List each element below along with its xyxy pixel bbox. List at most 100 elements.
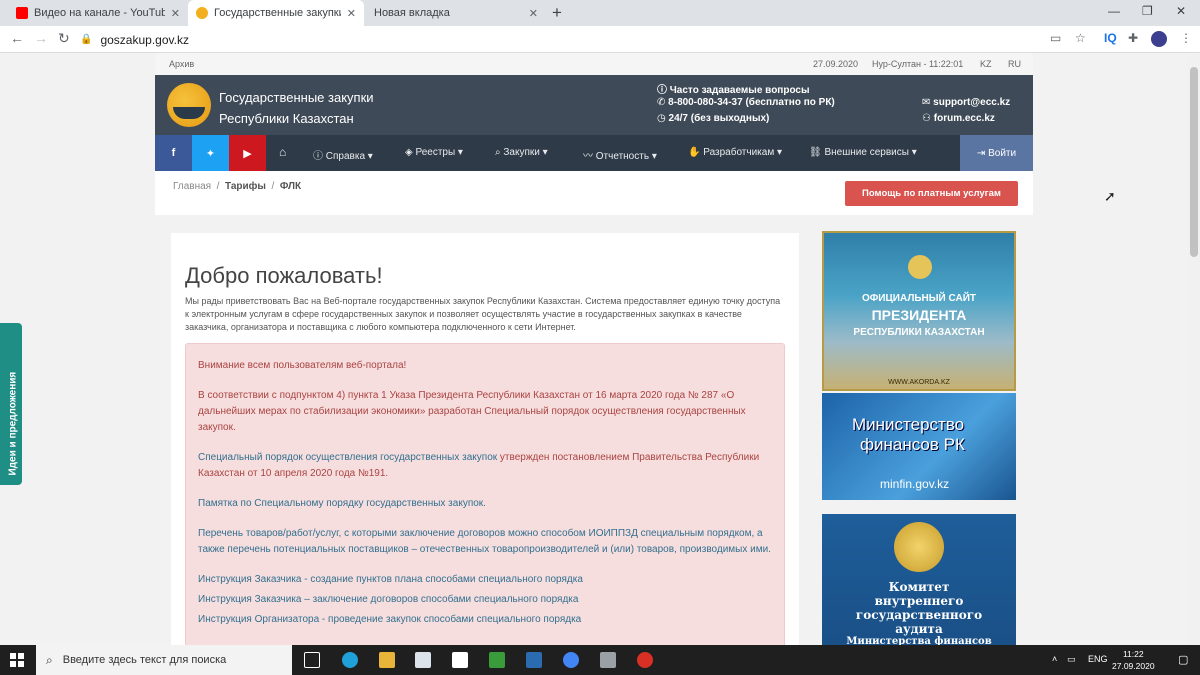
phone-number: ✆ 8-800-080-34-37 (бесплатно по РК) — [657, 97, 835, 108]
url-field[interactable]: 🔒 goszakup.gov.kz — [80, 29, 1040, 50]
tab-goszakup[interactable]: Государственные закупки Респ ✕ — [188, 0, 364, 26]
nav-developers[interactable]: ✋ Разработчикам ▾ — [688, 147, 782, 158]
tab-youtube-studio[interactable]: Видео на канале - YouTube Stud ✕ — [8, 0, 188, 26]
breadcrumb-home[interactable]: Главная — [173, 181, 211, 192]
file-explorer-icon[interactable] — [379, 652, 395, 668]
spreadsheet-icon[interactable] — [489, 652, 505, 668]
chrome-icon[interactable] — [563, 652, 579, 668]
network-icon[interactable]: ▭ — [1067, 654, 1076, 665]
close-icon[interactable]: ✕ — [171, 7, 180, 20]
bookmark-star-icon[interactable]: ☆ — [1075, 31, 1086, 45]
page-scrollbar[interactable] — [1188, 53, 1200, 645]
nav-purchases[interactable]: ⌕ Закупки ▾ — [495, 147, 548, 158]
breadcrumb-current: ФЛК — [279, 181, 302, 192]
url-text: goszakup.gov.kz — [100, 32, 189, 47]
support-email-link[interactable]: ✉ support@ecc.kz — [922, 97, 1010, 108]
taskbar-clock[interactable]: 11:22 27.09.2020 — [1112, 648, 1155, 672]
back-icon[interactable]: ← — [10, 30, 24, 46]
ideas-label: Идеи и предложения — [7, 371, 19, 476]
nav-help-label: Справка — [325, 151, 366, 162]
tab-title: Новая вкладка — [374, 7, 450, 19]
tab-new-tab[interactable]: Новая вкладка ✕ — [366, 0, 546, 26]
keyboard-lang[interactable]: ENG — [1088, 654, 1108, 664]
audit-committee-banner[interactable]: Комитет внутреннего государственного ауд… — [822, 514, 1016, 645]
site-header: Государственные закупки Республики Казах… — [155, 75, 1033, 135]
banner-text: аудита — [895, 622, 943, 636]
mail-icon: ✉ — [922, 97, 934, 108]
top-strip: Архив 27.09.2020 Нур-Султан - 11:22:01 K… — [155, 53, 1033, 75]
nav-external-label: Внешние сервисы — [824, 147, 909, 158]
handshake-icon: ✋ — [688, 147, 704, 158]
notepad-icon[interactable] — [452, 652, 468, 668]
search-icon: ⌕ — [46, 652, 53, 667]
banner-text: Министерства финансов — [846, 636, 992, 645]
working-hours: ◷ 24/7 (без выходных) — [657, 113, 769, 124]
calculator-icon[interactable] — [600, 652, 616, 668]
cast-icon[interactable]: ▭ — [1050, 31, 1061, 45]
banner-url: WWW.AKORDA.KZ — [888, 379, 950, 386]
faq-link[interactable]: ⓘ Часто задаваемые вопросы — [657, 81, 810, 96]
window-close-icon[interactable]: ✕ — [1176, 4, 1186, 18]
new-tab-button[interactable]: + — [552, 3, 562, 23]
instruction-link[interactable]: Инструкция Заказчика – заключение догово… — [198, 592, 772, 608]
main-nav: f ✦ ▶ ⌂ ⓘ Справка ▾ ◈ Реестры ▾ ⌕ Закупк… — [155, 135, 1033, 171]
lang-kz-link[interactable]: KZ — [980, 59, 992, 69]
instruction-link[interactable]: Инструкция Организатора - проведение зак… — [198, 612, 772, 628]
emblem-icon — [894, 522, 944, 572]
login-button[interactable]: ⇥ Войти — [960, 135, 1033, 171]
lang-ru-link[interactable]: RU — [1008, 59, 1021, 69]
banner-text: ОФИЦИАЛЬНЫЙ САЙТ — [861, 293, 976, 304]
site-logo[interactable] — [167, 83, 211, 127]
nav-registers[interactable]: ◈ Реестры ▾ — [405, 147, 463, 158]
paid-services-help-button[interactable]: Помощь по платным услугам — [845, 181, 1018, 206]
app-icon[interactable] — [526, 652, 542, 668]
notifications-icon[interactable]: ▢ — [1178, 653, 1188, 666]
scrollbar-thumb[interactable] — [1190, 67, 1198, 257]
minimize-icon[interactable]: — — [1108, 4, 1120, 18]
forward-icon[interactable]: → — [34, 30, 48, 46]
menu-dots-icon[interactable]: ⋮ — [1180, 31, 1192, 45]
current-date: 27.09.2020 — [813, 59, 859, 69]
banner-text: РЕСПУБЛИКИ КАЗАХСТАН — [853, 327, 985, 338]
youtube-icon[interactable]: ▶ — [229, 135, 266, 171]
ideas-feedback-tab[interactable]: Идеи и предложения — [0, 323, 22, 485]
reload-icon[interactable]: ↻ — [58, 30, 70, 47]
iq-extension-icon[interactable]: IQ — [1104, 31, 1117, 45]
twitter-icon[interactable]: ✦ — [192, 135, 229, 171]
nav-help[interactable]: ⓘ Справка ▾ — [313, 147, 373, 162]
breadcrumb-tariffs[interactable]: Тарифы — [225, 181, 266, 192]
close-icon[interactable]: ✕ — [347, 7, 356, 20]
restore-icon[interactable]: ❐ — [1142, 4, 1153, 18]
memo-link[interactable]: Памятка по Специальному порядку государс… — [198, 496, 772, 512]
recorder-icon[interactable] — [637, 652, 653, 668]
extensions-puzzle-icon[interactable]: ✚ — [1128, 31, 1138, 45]
task-view-icon[interactable] — [304, 652, 320, 668]
forum-link[interactable]: ⚇ forum.ecc.kz — [922, 113, 995, 124]
taskbar-search[interactable]: ⌕ Введите здесь текст для поиска — [36, 645, 292, 675]
president-banner[interactable]: ОФИЦИАЛЬНЫЙ САЙТ ПРЕЗИДЕНТА РЕСПУБЛИКИ К… — [822, 231, 1016, 391]
phone-icon: ✆ — [657, 97, 669, 108]
browser-tab-bar: Видео на канале - YouTube Stud ✕ Государ… — [0, 0, 1200, 26]
site-title-line1: Государственные закупки — [219, 90, 374, 105]
notice-alert: Внимание всем пользователям веб-портала!… — [185, 343, 785, 645]
close-icon[interactable]: ✕ — [529, 7, 538, 20]
archive-link[interactable]: Архив — [169, 59, 194, 69]
nav-external-services[interactable]: ⛓ Внешние сервисы ▾ — [809, 147, 917, 158]
profile-avatar[interactable] — [1151, 31, 1167, 47]
windows-start-icon[interactable] — [10, 653, 24, 667]
hours-label: 24/7 (без выходных) — [668, 113, 770, 124]
special-order-link[interactable]: Специальный порядок осуществления госуда… — [198, 452, 497, 463]
banner-text: государственного — [855, 608, 983, 622]
page-viewport: Архив 27.09.2020 Нур-Султан - 11:22:01 K… — [0, 53, 1188, 645]
question-circle-icon: ⓘ — [313, 151, 326, 162]
home-icon[interactable]: ⌂ — [279, 145, 286, 159]
instruction-link[interactable]: Инструкция Заказчика - создание пунктов … — [198, 572, 772, 588]
store-icon[interactable] — [415, 652, 431, 668]
facebook-icon[interactable]: f — [155, 135, 192, 171]
minfin-banner[interactable]: Министерство финансов РК minfin.gov.kz — [822, 393, 1016, 500]
edge-icon[interactable] — [342, 652, 358, 668]
nav-reports[interactable]: 〰 Отчетность ▾ — [583, 147, 657, 162]
tray-chevron-icon[interactable]: ˄ — [1052, 654, 1057, 664]
goods-list-link[interactable]: Перечень товаров/работ/услуг, с которыми… — [198, 526, 772, 558]
link-icon: ⛓ — [809, 147, 825, 158]
